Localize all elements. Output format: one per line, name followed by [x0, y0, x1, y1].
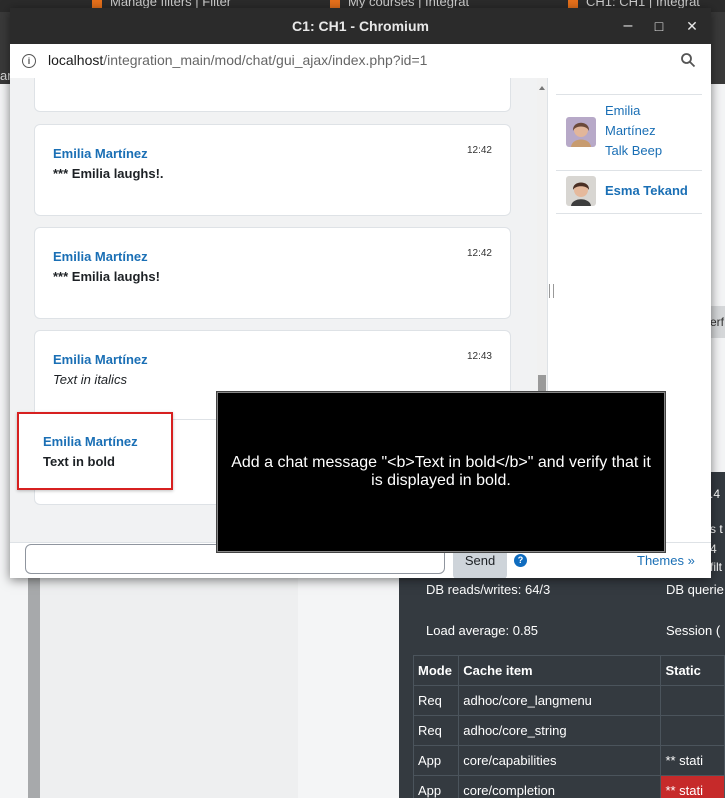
cache-static: ** stati — [660, 745, 725, 776]
address-bar[interactable]: i localhost/integration_main/mod/chat/gu… — [10, 44, 711, 79]
instruction-text: Add a chat message "<b>Text in bold</b>"… — [231, 454, 651, 489]
db-queries: DB querie — [666, 582, 724, 597]
perf-edge-text: .4 — [710, 487, 721, 501]
message-text: *** Emilia laughs!. — [53, 166, 164, 181]
cache-mode: App — [412, 745, 460, 776]
table-row: App core/capabilities ** stati — [412, 745, 725, 776]
db-reads-writes: DB reads/writes: 64/3 — [426, 582, 551, 597]
cache-static-warning: ** stati — [660, 775, 725, 798]
info-icon[interactable]: i — [22, 54, 36, 68]
avatar-photo-icon — [566, 117, 596, 147]
user-list-item[interactable]: Esma Tekand — [556, 170, 702, 214]
chat-message: Emilia Martínez 12:42 *** Emilia laughs! — [34, 227, 511, 319]
cache-table-header: Mode Cache item Static — [412, 655, 725, 686]
perf-edge-text: s t — [710, 522, 723, 536]
cache-table: Mode Cache item Static Req adhoc/core_la… — [412, 655, 725, 798]
scroll-up-icon[interactable] — [539, 86, 545, 90]
chat-message: Emilia Martínez 12:42 *** Emilia laughs!… — [34, 124, 511, 216]
help-icon[interactable]: ? — [514, 554, 527, 567]
cache-header-mode: Mode — [412, 655, 460, 686]
themes-link[interactable]: Themes » — [637, 553, 695, 568]
message-text: *** Emilia laughs! — [53, 269, 160, 284]
message-text: Text in italics — [53, 372, 127, 387]
message-time: 12:43 — [466, 351, 492, 362]
window-title: C1: CH1 - Chromium — [292, 18, 429, 34]
cache-mode: Req — [412, 715, 460, 746]
url-host: localhost — [48, 52, 104, 68]
cache-item: adhoc/core_langmenu — [458, 685, 662, 716]
cache-item: core/capabilities — [458, 745, 662, 776]
perf-edge-text: filt — [710, 560, 722, 574]
message-author[interactable]: Emilia Martínez — [43, 434, 138, 449]
url-path: /integration_main/mod/chat/gui_ajax/inde… — [103, 52, 428, 68]
cache-item: adhoc/core_string — [458, 715, 662, 746]
avatar — [566, 176, 596, 206]
message-author[interactable]: Emilia Martínez — [53, 249, 148, 264]
background-edge-button[interactable]: erf — [711, 306, 725, 338]
cache-static — [660, 715, 725, 746]
avatar-photo-icon — [566, 176, 596, 206]
table-row: Req adhoc/core_langmenu — [412, 685, 725, 716]
chat-message — [34, 78, 511, 112]
pane-splitter-handle[interactable] — [549, 284, 554, 298]
cache-static — [660, 685, 725, 716]
cache-item: core/completion — [458, 775, 662, 798]
background-scroll-rail — [28, 560, 40, 798]
close-icon[interactable]: ✕ — [682, 16, 702, 36]
message-author[interactable]: Emilia Martínez — [53, 352, 148, 367]
url-text[interactable]: localhost/integration_main/mod/chat/gui_… — [48, 52, 427, 68]
table-row: Req adhoc/core_string — [412, 715, 725, 746]
zoom-icon[interactable] — [680, 52, 696, 68]
table-row: App core/completion ** stati — [412, 775, 725, 798]
cache-header-item: Cache item — [458, 655, 662, 686]
cache-header-static: Static — [660, 655, 725, 686]
avatar — [566, 117, 596, 147]
maximize-icon[interactable]: □ — [649, 16, 669, 36]
instruction-overlay: Add a chat message "<b>Text in bold</b>"… — [217, 392, 665, 552]
session-info: Session ( — [666, 623, 721, 638]
cache-mode: App — [412, 775, 460, 798]
user-name[interactable]: Esma Tekand — [605, 181, 688, 201]
tab-favicon-icon — [92, 0, 102, 8]
message-time: 12:42 — [466, 145, 492, 156]
user-name[interactable]: Emilia Martínez Talk Beep — [605, 101, 662, 161]
background-left-panel — [40, 560, 298, 798]
minimize-icon[interactable]: – — [618, 16, 638, 36]
tab-favicon-icon — [330, 0, 340, 8]
perf-edge-text: 4 — [710, 542, 717, 556]
highlighted-message: Emilia Martínez Text in bold — [17, 412, 173, 490]
tab-favicon-icon — [568, 0, 578, 8]
message-text: Text in bold — [43, 454, 115, 469]
message-time: 12:42 — [466, 248, 492, 259]
load-average: Load average: 0.85 — [426, 623, 539, 638]
message-author[interactable]: Emilia Martínez — [53, 146, 148, 161]
window-titlebar[interactable]: C1: CH1 - Chromium – □ ✕ — [10, 8, 711, 44]
user-list-item[interactable]: Emilia Martínez Talk Beep — [556, 94, 702, 171]
scrollbar-thumb[interactable] — [538, 375, 546, 391]
cache-mode: Req — [412, 685, 460, 716]
